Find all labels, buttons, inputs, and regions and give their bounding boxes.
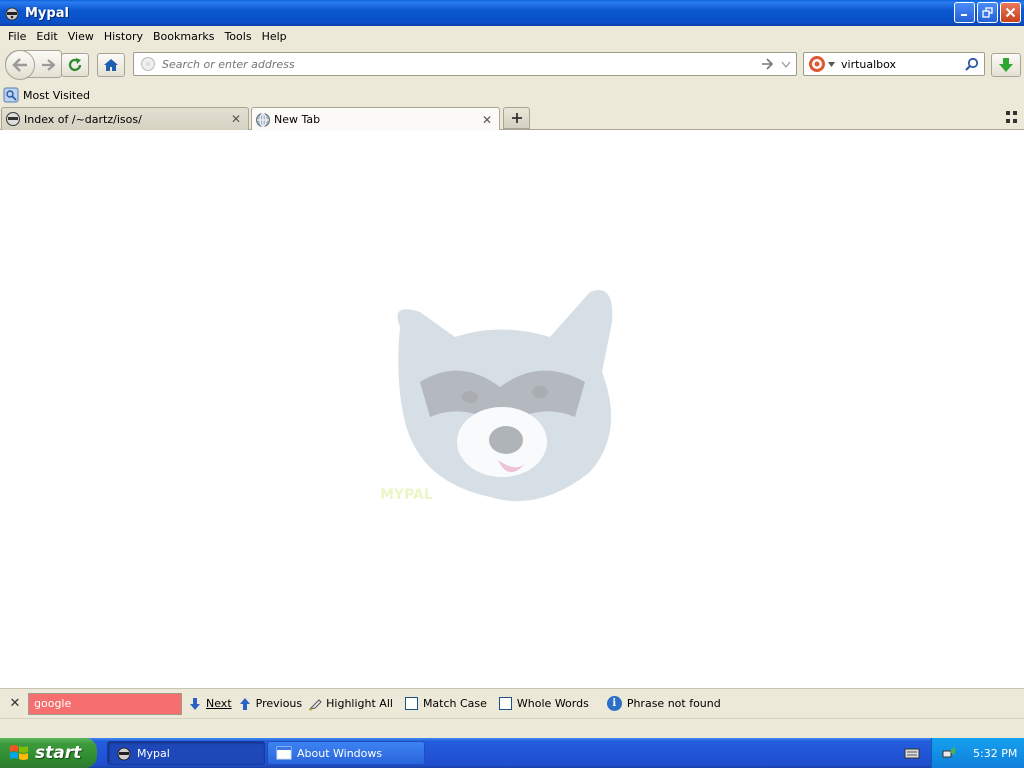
- window-title: Mypal: [25, 5, 69, 21]
- taskbar-item-about-windows[interactable]: About Windows: [267, 741, 425, 765]
- reload-icon: [68, 58, 82, 72]
- history-dropdown-button[interactable]: [778, 55, 794, 73]
- logo-text: MYPAL: [380, 487, 433, 503]
- menu-file[interactable]: File: [3, 30, 31, 43]
- search-engine-dropdown[interactable]: [826, 61, 836, 67]
- globe-icon: [141, 57, 155, 71]
- start-label: start: [35, 743, 82, 763]
- home-button[interactable]: [97, 53, 125, 77]
- restore-button[interactable]: [977, 2, 998, 23]
- menu-history[interactable]: History: [99, 30, 148, 43]
- tab-new-tab[interactable]: New Tab ✕: [251, 107, 500, 131]
- arrow-left-icon: [12, 58, 27, 72]
- highlight-all-label: Highlight All: [326, 697, 393, 710]
- menu-bookmarks[interactable]: Bookmarks: [148, 30, 219, 43]
- raccoon-app-icon: [4, 5, 20, 21]
- find-status: i Phrase not found: [606, 696, 721, 711]
- bookmarks-toolbar: Most Visited: [0, 84, 1024, 106]
- search-button[interactable]: [963, 55, 981, 73]
- downloads-button[interactable]: [991, 53, 1021, 77]
- reload-button[interactable]: [61, 53, 89, 77]
- tab-label: New Tab: [274, 113, 321, 126]
- arrow-up-icon: [238, 696, 252, 712]
- status-bar: [0, 718, 1024, 738]
- close-icon: [1005, 7, 1016, 18]
- menu-help[interactable]: Help: [257, 30, 292, 43]
- arrow-right-icon: [762, 58, 773, 70]
- magnifier-icon: [965, 57, 979, 71]
- windows-flag-icon: [10, 745, 28, 760]
- tab-label: Index of /~dartz/isos/: [24, 112, 142, 126]
- tab-strip: Index of /~dartz/isos/ ✕ New Tab ✕: [0, 106, 1024, 131]
- search-bar[interactable]: virtualbox: [803, 52, 985, 76]
- site-icon: [6, 112, 20, 126]
- clock[interactable]: 5:32 PM: [973, 747, 1017, 760]
- title-bar[interactable]: Mypal: [0, 0, 1024, 26]
- taskbar: start Mypal About Windows 5:32 PM: [0, 738, 1024, 768]
- back-button[interactable]: [5, 50, 35, 80]
- new-tab-button[interactable]: [503, 107, 530, 129]
- address-input[interactable]: [162, 57, 758, 71]
- close-tab-button[interactable]: ✕: [228, 111, 244, 127]
- arrow-down-icon: [188, 696, 202, 712]
- highlighter-icon: [308, 696, 322, 712]
- globe-icon: [256, 112, 270, 127]
- whole-words-checkbox[interactable]: Whole Words: [498, 697, 589, 710]
- whole-words-label: Whole Words: [516, 697, 589, 710]
- page-content: MYPAL: [0, 130, 1024, 688]
- find-previous-button[interactable]: Previous: [238, 696, 303, 712]
- menu-edit[interactable]: Edit: [31, 30, 62, 43]
- checkbox-box[interactable]: [404, 697, 418, 710]
- restore-icon: [982, 7, 993, 18]
- chevron-down-icon: [827, 61, 835, 67]
- search-input[interactable]: virtualbox: [841, 58, 963, 71]
- taskbar-item-mypal[interactable]: Mypal: [107, 741, 265, 765]
- duckduckgo-icon: [809, 56, 825, 72]
- system-tray: 5:32 PM: [931, 738, 1024, 768]
- highlight-all-button[interactable]: Highlight All: [308, 696, 393, 712]
- raccoon-app-icon: [117, 747, 131, 761]
- find-previous-label: Previous: [255, 697, 303, 710]
- find-next-label: Next: [206, 697, 232, 710]
- find-bar: ✕ Next Previous Highlight All Match Case…: [0, 688, 1024, 718]
- navigation-toolbar: virtualbox: [0, 46, 1024, 84]
- address-bar[interactable]: [133, 52, 797, 76]
- taskbar-item-label: About Windows: [297, 746, 383, 760]
- close-window-button[interactable]: [1000, 2, 1021, 23]
- match-case-checkbox[interactable]: Match Case: [404, 697, 487, 710]
- close-tab-button[interactable]: ✕: [479, 112, 495, 128]
- tab-index-isos[interactable]: Index of /~dartz/isos/ ✕: [1, 107, 249, 130]
- raccoon-logo-watermark: MYPAL: [380, 290, 613, 503]
- back-forward-group: [5, 50, 62, 80]
- close-findbar-button[interactable]: ✕: [6, 696, 24, 711]
- window-icon: [276, 746, 292, 760]
- find-next-button[interactable]: Next: [188, 696, 232, 712]
- find-status-text: Phrase not found: [626, 697, 721, 710]
- find-input[interactable]: [28, 692, 182, 715]
- menu-bar: File Edit View History Bookmarks Tools H…: [0, 26, 1024, 46]
- taskbar-item-label: Mypal: [137, 746, 170, 760]
- go-button[interactable]: [758, 55, 776, 73]
- menu-view[interactable]: View: [63, 30, 99, 43]
- home-icon: [104, 59, 118, 71]
- match-case-label: Match Case: [422, 697, 487, 710]
- info-icon: i: [606, 696, 622, 711]
- most-visited-icon: [3, 87, 19, 103]
- minimize-button[interactable]: [954, 2, 975, 23]
- forward-button[interactable]: [38, 56, 58, 74]
- minimize-icon: [961, 14, 967, 16]
- list-all-tabs-button[interactable]: [1006, 111, 1020, 125]
- download-arrow-icon: [999, 58, 1013, 72]
- most-visited-link[interactable]: Most Visited: [23, 89, 90, 102]
- keyboard-icon[interactable]: [904, 746, 920, 760]
- plus-icon: [511, 113, 522, 123]
- checkbox-box[interactable]: [498, 697, 512, 710]
- network-icon[interactable]: [941, 745, 957, 761]
- start-button[interactable]: start: [0, 738, 97, 768]
- chevron-down-icon: [781, 61, 791, 68]
- arrow-right-icon: [42, 59, 55, 71]
- menu-tools[interactable]: Tools: [219, 30, 256, 43]
